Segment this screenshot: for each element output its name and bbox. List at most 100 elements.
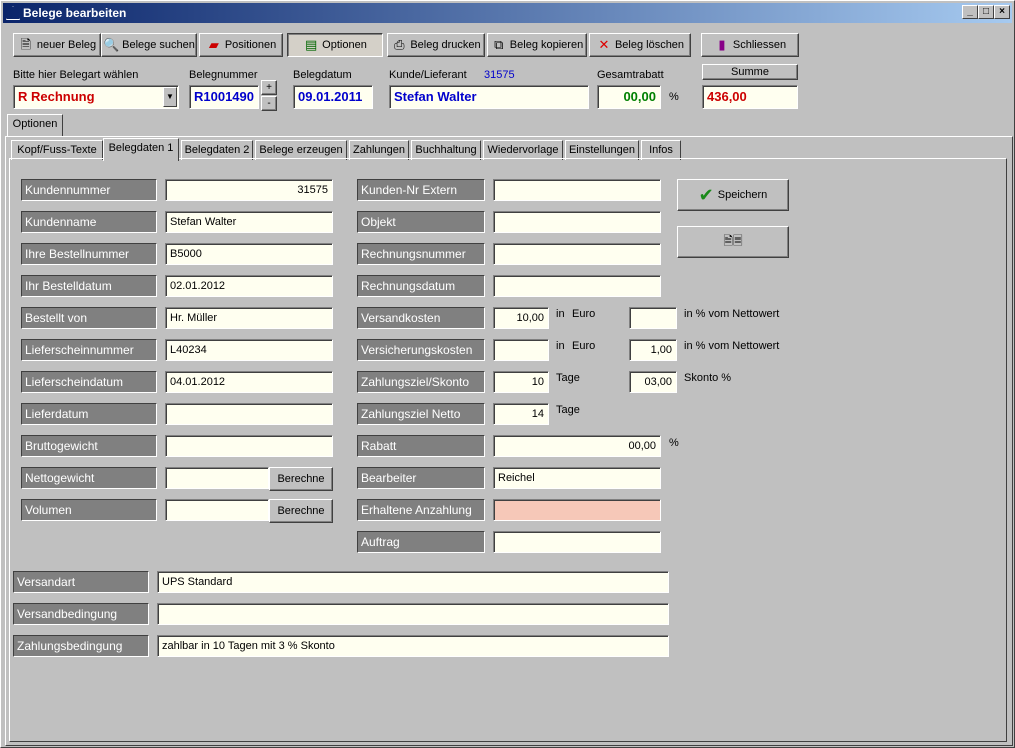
customer-id: 31575: [484, 69, 515, 81]
delete-document-button[interactable]: ✕ Beleg löschen: [589, 33, 691, 57]
net-payment-term-field[interactable]: 14: [493, 403, 549, 425]
object-field[interactable]: [493, 211, 661, 233]
close-window-button[interactable]: ×: [994, 5, 1010, 19]
shipping-costs-field[interactable]: 10,00: [493, 307, 549, 329]
order-number-field[interactable]: B5000: [165, 243, 333, 265]
shipping-condition-label: Versandbedingung: [13, 603, 149, 625]
editor-label: Bearbeiter: [357, 467, 485, 489]
door-exit-icon: ▮: [718, 37, 726, 52]
minimize-button[interactable]: _: [962, 5, 978, 19]
tab-buchhaltung[interactable]: Buchhaltung: [411, 140, 481, 160]
delivery-note-number-field[interactable]: L40234: [165, 339, 333, 361]
calculate-net-weight-button[interactable]: Berechne: [269, 467, 333, 491]
print-document-button[interactable]: ⎙ Beleg drucken: [387, 33, 485, 57]
title-bar: Belege bearbeiten: [3, 3, 1012, 23]
tab-kopf-fuss-texte[interactable]: Kopf/Fuss-Texte: [11, 140, 103, 160]
discount-percent-field[interactable]: 03,00: [629, 371, 677, 393]
positions-button[interactable]: ▰ Positionen: [199, 33, 283, 57]
eraser-icon: ▰: [208, 37, 219, 52]
external-customer-number-field[interactable]: [493, 179, 661, 201]
tab-zahlungen[interactable]: Zahlungen: [349, 140, 409, 160]
euro-unit: Euro: [572, 340, 596, 352]
documents-button[interactable]: 🗎🗏: [677, 226, 789, 258]
new-document-button[interactable]: 🗎 neuer Beleg: [13, 33, 101, 57]
shipping-method-label: Versandart: [13, 571, 149, 593]
order-date-field[interactable]: 02.01.2012: [165, 275, 333, 297]
order-field[interactable]: [493, 531, 661, 553]
documents-icon: 🗎🗏: [723, 233, 743, 248]
document-date-field[interactable]: 09.01.2011: [293, 85, 373, 109]
insurance-costs-field[interactable]: [493, 339, 549, 361]
order-label: Auftrag: [357, 531, 485, 553]
document-date-label: Belegdatum: [293, 69, 352, 81]
search-documents-button[interactable]: 🔍 Belege suchen: [101, 33, 197, 57]
delivery-date-field[interactable]: [165, 403, 333, 425]
days-unit: Tage: [556, 372, 580, 384]
customer-number-label: Kundennummer: [21, 179, 157, 201]
insurance-percent-field[interactable]: 1,00: [629, 339, 677, 361]
calculate-volume-button[interactable]: Berechne: [269, 499, 333, 523]
tab-options-outer[interactable]: Optionen: [7, 114, 63, 136]
order-number-label: Ihre Bestellnummer: [21, 243, 157, 265]
gross-weight-label: Bruttogewicht: [21, 435, 157, 457]
magnifier-icon: 🔍: [103, 37, 120, 52]
delivery-note-date-field[interactable]: 04.01.2012: [165, 371, 333, 393]
volume-label: Volumen: [21, 499, 157, 521]
net-payment-term-label: Zahlungsziel Netto: [357, 403, 485, 425]
document-type-label: Bitte hier Belegart wählen: [13, 69, 139, 81]
maximize-button[interactable]: □: [978, 5, 994, 19]
delivery-note-date-label: Lieferscheindatum: [21, 371, 157, 393]
payment-condition-field[interactable]: zahlbar in 10 Tagen mit 3 % Skonto: [157, 635, 669, 657]
invoice-number-field[interactable]: [493, 243, 661, 265]
days-unit: Tage: [556, 404, 580, 416]
main-window: Belege bearbeiten _ □ × 🗎 neuer Beleg 🔍 Be…: [0, 0, 1015, 748]
customer-number-field[interactable]: 31575: [165, 179, 333, 201]
options-button[interactable]: ▤ Optionen: [287, 33, 383, 57]
editor-field[interactable]: Reichel: [493, 467, 661, 489]
tab-einstellungen[interactable]: Einstellungen: [565, 140, 639, 160]
copy-document-button[interactable]: ⧉ Beleg kopieren: [487, 33, 587, 57]
gross-weight-field[interactable]: [165, 435, 333, 457]
document-type-select[interactable]: R Rechnung: [13, 85, 179, 109]
object-label: Objekt: [357, 211, 485, 233]
percent-of-net-unit: in % vom Nettowert: [684, 340, 780, 352]
document-number-field[interactable]: R1001490: [189, 85, 259, 109]
customer-label: Kunde/Lieferant: [389, 69, 467, 81]
sum-button[interactable]: Summe: [702, 64, 798, 80]
percent-of-net-unit: in % vom Nettowert: [684, 308, 780, 320]
app-icon: [6, 6, 20, 20]
ordered-by-field[interactable]: Hr. Müller: [165, 307, 333, 329]
percent-unit: %: [669, 437, 679, 449]
invoice-date-field[interactable]: [493, 275, 661, 297]
sum-field: 436,00: [702, 85, 798, 109]
tab-wiedervorlage[interactable]: Wiedervorlage: [483, 140, 563, 160]
shipping-method-field[interactable]: UPS Standard: [157, 571, 669, 593]
dropdown-arrow-icon[interactable]: ▼: [163, 87, 177, 107]
decrement-button[interactable]: -: [261, 96, 277, 111]
payment-term-discount-field[interactable]: 10: [493, 371, 549, 393]
delivery-note-number-label: Lieferscheinnummer: [21, 339, 157, 361]
customer-name-field[interactable]: Stefan Walter: [165, 211, 333, 233]
received-deposit-field[interactable]: [493, 499, 661, 521]
tab-belegdaten-2[interactable]: Belegdaten 2: [181, 140, 253, 160]
net-weight-label: Nettogewicht: [21, 467, 157, 489]
in-unit: in: [556, 308, 565, 320]
volume-field[interactable]: [165, 499, 269, 521]
net-weight-field[interactable]: [165, 467, 269, 489]
discount-field[interactable]: 00,00: [493, 435, 661, 457]
tab-belegdaten-1[interactable]: Belegdaten 1: [103, 138, 179, 161]
total-discount-field[interactable]: 00,00: [597, 85, 661, 109]
tab-infos[interactable]: Infos: [641, 140, 681, 160]
shipping-percent-field[interactable]: [629, 307, 677, 329]
shipping-costs-label: Versandkosten: [357, 307, 485, 329]
customer-field[interactable]: Stefan Walter: [389, 85, 589, 109]
document-number-label: Belegnummer: [189, 69, 258, 81]
tab-belege-erzeugen[interactable]: Belege erzeugen: [255, 140, 347, 160]
shipping-condition-field[interactable]: [157, 603, 669, 625]
euro-unit: Euro: [572, 308, 596, 320]
save-button[interactable]: ✔ Speichern: [677, 179, 789, 211]
close-button[interactable]: ▮ Schliessen: [701, 33, 799, 57]
invoice-date-label: Rechnungsdatum: [357, 275, 485, 297]
increment-button[interactable]: +: [261, 80, 277, 95]
external-customer-number-label: Kunden-Nr Extern: [357, 179, 485, 201]
